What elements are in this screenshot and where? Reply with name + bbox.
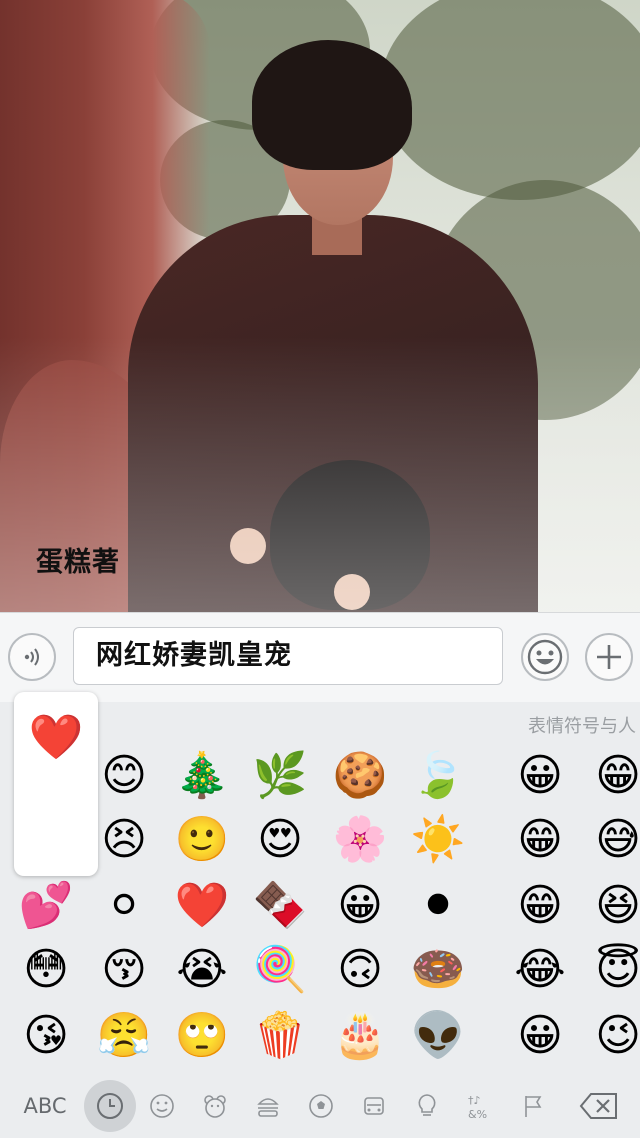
photo-caption: 蛋糕著 — [36, 547, 120, 578]
emoji-key[interactable]: 🙄 — [172, 1006, 232, 1066]
emoji-key[interactable]: ☀️ — [408, 810, 468, 870]
emoji-key[interactable]: 😳 — [16, 940, 76, 1000]
emoji-key[interactable]: 🙃 — [330, 940, 390, 1000]
abc-keyboard-button[interactable]: ABC — [10, 1080, 80, 1132]
emoji-key[interactable]: 😀 — [510, 746, 570, 806]
emoji-key[interactable]: 😣 — [94, 810, 154, 870]
emoji-key[interactable]: 😂 — [510, 940, 570, 1000]
emoji-key[interactable]: 😇 — [588, 940, 640, 1000]
emoji-key[interactable]: 😍 — [250, 810, 310, 870]
background-photo: 蛋糕著 — [0, 0, 640, 612]
message-input-bar: 网红娇妻凯皇宠 — [0, 612, 640, 703]
lightbulb-icon[interactable] — [409, 1080, 445, 1132]
emoji-key[interactable]: ❤️ — [172, 876, 232, 936]
smiley-face-icon — [527, 639, 563, 675]
emoji-key[interactable]: 😭 — [172, 940, 232, 1000]
smiley-icon[interactable] — [144, 1080, 180, 1132]
car-icon[interactable] — [356, 1080, 392, 1132]
symbols-icon[interactable]: †♪ &% — [462, 1080, 498, 1132]
emoji-key[interactable]: 🌿 — [250, 746, 310, 806]
plus-button[interactable] — [585, 633, 633, 681]
flag-icon[interactable] — [515, 1080, 551, 1132]
emoji-key[interactable]: 😁 — [510, 876, 570, 936]
emoji-key[interactable]: 🎂 — [330, 1006, 390, 1066]
emoji-key[interactable]: 😀 — [510, 1006, 570, 1066]
emoji-key[interactable]: ⚪ — [94, 876, 154, 936]
emoji-key[interactable]: 😘 — [16, 1006, 76, 1066]
emoji-key[interactable]: 🎄 — [172, 746, 232, 806]
message-text-field[interactable]: 网红娇妻凯皇宠 — [73, 627, 503, 685]
emoji-key[interactable]: 😁 — [510, 810, 570, 870]
clock-icon[interactable] — [84, 1080, 136, 1132]
emoji-key[interactable]: 🍫 — [250, 876, 310, 936]
emoji-category-label: 表情符号与人 — [528, 716, 636, 737]
emoji-key[interactable]: 🙂 — [172, 810, 232, 870]
emoji-key[interactable]: 😆 — [588, 876, 640, 936]
emoji-key[interactable]: 🍃 — [408, 746, 468, 806]
emoji-key[interactable]: ⚫ — [408, 876, 468, 936]
emoji-key[interactable]: 👽 — [408, 1006, 468, 1066]
emoji-key[interactable]: 😁 — [588, 746, 640, 806]
svg-text:&%: &% — [468, 1108, 487, 1121]
emoji-key[interactable]: 😉 — [588, 1006, 640, 1066]
preview-emoji: ❤️ — [28, 712, 84, 763]
burger-icon[interactable] — [250, 1080, 286, 1132]
bear-icon[interactable] — [197, 1080, 233, 1132]
emoji-key[interactable]: 🍩 — [408, 940, 468, 1000]
emoji-key[interactable]: 🍿 — [250, 1006, 310, 1066]
emoji-key[interactable]: 😤 — [94, 1006, 154, 1066]
emoji-category-toolbar: ABC †♪ &% — [0, 1074, 640, 1138]
emoji-key[interactable]: 🌸 — [330, 810, 390, 870]
emoji-key[interactable]: 😀 — [330, 876, 390, 936]
emoji-key[interactable]: 😊 — [94, 746, 154, 806]
emoji-key[interactable]: 🍭 — [250, 940, 310, 1000]
backspace-icon[interactable] — [566, 1080, 632, 1132]
svg-text:†♪: †♪ — [468, 1094, 481, 1107]
emoji-keyboard-button[interactable] — [521, 633, 569, 681]
emoji-key[interactable]: 😅 — [588, 810, 640, 870]
emoji-key[interactable]: 💕 — [16, 876, 76, 936]
soccer-ball-icon[interactable] — [303, 1080, 339, 1132]
emoji-key[interactable]: 😚 — [94, 940, 154, 1000]
emoji-press-preview: ❤️ — [14, 692, 98, 876]
emoji-key[interactable]: 🍪 — [330, 746, 390, 806]
voice-icon[interactable] — [8, 633, 56, 681]
plus-icon — [597, 645, 621, 669]
